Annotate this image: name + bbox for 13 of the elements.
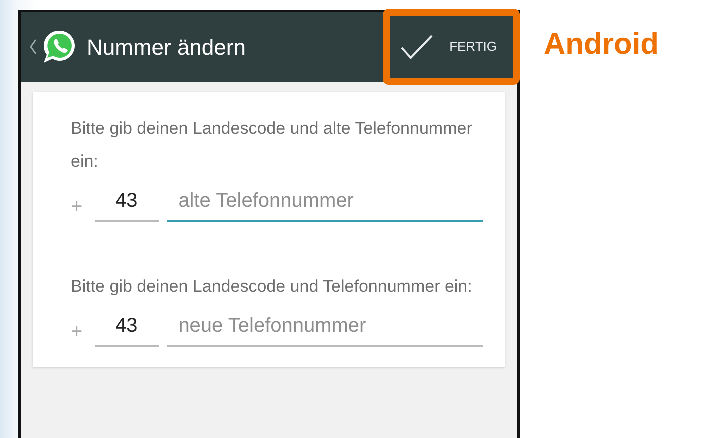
prompt-text: Bitte gib deinen Landescode und Telefonnummer ein: — [71, 276, 474, 298]
plus-sign: + — [71, 195, 83, 220]
phone-number-field[interactable]: alte Telefonnummer — [166, 186, 483, 222]
plus-sign: + — [71, 320, 83, 345]
screen-title: Nummer ändern — [87, 34, 247, 62]
back-icon[interactable] — [29, 38, 37, 56]
platform-label: Android — [544, 27, 659, 63]
phone-number-field[interactable]: neue Telefonnummer — [166, 311, 483, 347]
country-code-field[interactable]: 43 — [94, 186, 159, 222]
checkmark-icon — [400, 34, 434, 60]
prompt-text: Bitte gib deinen Landescode und alte Telefonnummer ein: — [71, 118, 474, 173]
country-code-field[interactable]: 43 — [94, 311, 159, 347]
done-button[interactable]: FERTIG — [386, 12, 517, 82]
